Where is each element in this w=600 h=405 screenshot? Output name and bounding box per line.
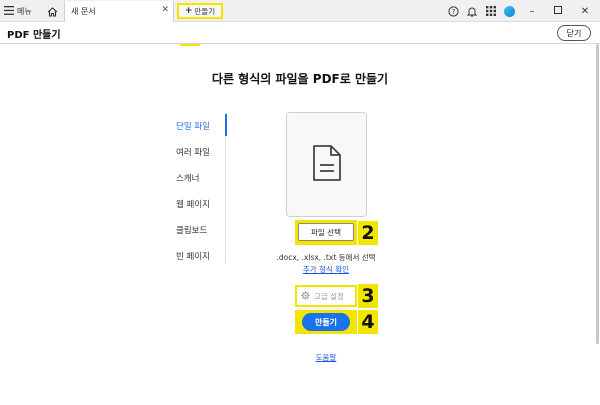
help-link[interactable]: 도움말 bbox=[300, 352, 352, 363]
nav-label: 스캐너 bbox=[176, 174, 200, 184]
nav-item-multiple-files[interactable]: 여러 파일 bbox=[170, 139, 225, 165]
nav-label: 단일 파일 bbox=[176, 122, 210, 132]
help-icon[interactable]: ? bbox=[447, 5, 459, 17]
avatar[interactable] bbox=[504, 5, 515, 17]
nav-label: 여러 파일 bbox=[176, 148, 210, 158]
file-drop-area[interactable] bbox=[286, 112, 367, 217]
home-icon bbox=[47, 2, 58, 21]
annotation-3: 3 bbox=[358, 284, 378, 308]
nav-label: 웹 페이지 bbox=[176, 200, 210, 210]
document-icon bbox=[312, 144, 342, 186]
nav-item-web-page[interactable]: 웹 페이지 bbox=[170, 191, 225, 217]
tab-new-document[interactable]: 새 문서 ✕ bbox=[64, 1, 174, 22]
plus-icon: + bbox=[184, 6, 193, 16]
menu-label: 메뉴 bbox=[17, 6, 32, 16]
nav-item-single-file[interactable]: 단일 파일 bbox=[170, 113, 227, 139]
page-header: PDF 만들기 닫기 bbox=[0, 22, 600, 44]
menu-button[interactable]: 메뉴 bbox=[4, 3, 32, 19]
advanced-settings-highlight: 고급 설정 bbox=[295, 285, 357, 307]
gear-icon bbox=[301, 290, 310, 302]
nav-item-blank-page[interactable]: 빈 페이지 bbox=[170, 243, 225, 269]
close-button[interactable]: 닫기 bbox=[557, 25, 591, 41]
close-icon: ✕ bbox=[580, 5, 590, 17]
select-file-highlight: 파일 선택 bbox=[295, 220, 357, 245]
page-title: PDF 만들기 bbox=[7, 30, 61, 41]
title-bar: 메뉴 새 문서 ✕ + 만들기 1 ? – bbox=[0, 0, 600, 46]
vertical-scrollbar[interactable] bbox=[596, 44, 599, 344]
supported-formats-text: .docx, .xlsx, .txt 등에서 선택 bbox=[276, 253, 376, 262]
create-button[interactable]: 만들기 bbox=[302, 313, 350, 331]
advanced-settings-button[interactable]: 고급 설정 bbox=[297, 287, 355, 305]
create-button-highlight: 만들기 bbox=[295, 310, 357, 334]
svg-text:?: ? bbox=[451, 8, 455, 16]
home-button[interactable] bbox=[44, 3, 60, 19]
tab-close-icon[interactable]: ✕ bbox=[161, 5, 169, 15]
nav-label: 클립보드 bbox=[176, 226, 208, 236]
new-tab-label: 만들기 bbox=[194, 6, 216, 16]
more-formats-link[interactable]: 추가 형식 확인 bbox=[290, 264, 362, 275]
bell-icon[interactable] bbox=[466, 5, 478, 17]
minimize-icon: – bbox=[529, 5, 535, 17]
select-file-button[interactable]: 파일 선택 bbox=[298, 223, 354, 241]
nav-item-clipboard[interactable]: 클립보드 bbox=[170, 217, 225, 243]
tab-label: 새 문서 bbox=[71, 7, 96, 16]
new-create-tab-button[interactable]: + 만들기 bbox=[177, 3, 223, 19]
annotation-4: 4 bbox=[358, 310, 378, 334]
window-close-button[interactable]: ✕ bbox=[575, 3, 595, 19]
maximize-icon bbox=[554, 5, 562, 17]
annotation-2: 2 bbox=[358, 221, 378, 245]
minimize-button[interactable]: – bbox=[522, 3, 542, 19]
nav-label: 빈 페이지 bbox=[176, 252, 210, 262]
maximize-button[interactable] bbox=[548, 3, 568, 19]
apps-grid-icon[interactable] bbox=[485, 5, 497, 17]
advanced-settings-label: 고급 설정 bbox=[314, 291, 344, 301]
source-type-nav: 단일 파일 여러 파일 스캐너 웹 페이지 클립보드 빈 페이지 bbox=[170, 113, 227, 263]
main-heading: 다른 형식의 파일을 PDF로 만들기 bbox=[211, 72, 389, 86]
toolbar-right: ? bbox=[447, 3, 515, 19]
nav-item-scanner[interactable]: 스캐너 bbox=[170, 165, 225, 191]
hamburger-icon bbox=[4, 5, 14, 17]
